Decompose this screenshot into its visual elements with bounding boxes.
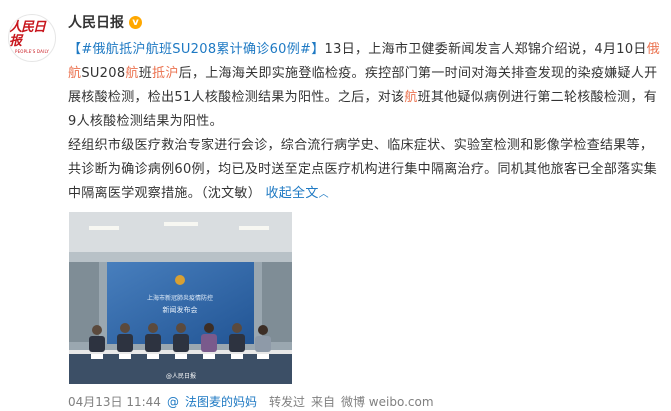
author-prefix: @ xyxy=(166,395,179,409)
avatar-logo-text: 人民日报 xyxy=(9,20,46,49)
collapse-label: 收起全文 xyxy=(265,186,319,201)
keyword-highlight: 航 xyxy=(404,90,418,105)
source-link[interactable]: 微博 weibo.com xyxy=(341,395,434,409)
screen-line-2: 新闻发布会 xyxy=(163,305,198,314)
repost-action: 转发过 xyxy=(268,395,305,409)
post-paragraph-2: 经组织市级医疗救治专家进行会诊，综合流行病学史、临床症状、实验室检测和影像学检查… xyxy=(68,134,662,207)
topic-bracket-open: 【 xyxy=(68,42,82,57)
author-name: 法图麦的妈妈 xyxy=(184,395,257,409)
press-conference-image: 上海市新冠肺炎疫情防控 新闻发布会 @人民日报 xyxy=(69,212,292,384)
chevron-up-icon: ︿ xyxy=(318,189,329,200)
weibo-post: 人民日报 PEOPLE'S DAILY 人民日报 v 【#俄航抵沪航班SU208… xyxy=(0,0,671,411)
topic-bracket-close: 】 xyxy=(311,42,325,57)
author-link[interactable]: @ 法图麦的妈妈 xyxy=(167,395,263,409)
screen-line-1: 上海市新冠肺炎疫情防控 xyxy=(147,294,213,302)
post-text: 13日，上海市卫健委新闻发言人郑锦介绍说，4月10日 xyxy=(324,42,647,57)
post-photo[interactable]: 上海市新冠肺炎疫情防控 新闻发布会 @人民日报 xyxy=(69,212,292,384)
keyword-highlight: 航 xyxy=(125,66,139,81)
post-header: 人民日报 v xyxy=(68,12,142,32)
topic-link[interactable]: #俄航抵沪航班SU208累计确诊60例# xyxy=(81,42,311,57)
photo-watermark: @人民日报 xyxy=(166,372,196,380)
avatar-logo-subtext: PEOPLE'S DAILY xyxy=(14,49,50,54)
avatar[interactable]: 人民日报 PEOPLE'S DAILY xyxy=(8,14,56,62)
verified-badge-icon: v xyxy=(129,15,142,29)
post-footer: 04月13日 11:44 @ 法图麦的妈妈 转发过 来自 微博 weibo.com xyxy=(68,393,440,410)
source-prefix: 来自 xyxy=(310,395,335,409)
post-paragraph-1: 【#俄航抵沪航班SU208累计确诊60例#】13日，上海市卫健委新闻发言人郑锦介… xyxy=(68,38,662,134)
post-date[interactable]: 04月13日 11:44 xyxy=(68,395,161,409)
collapse-link[interactable]: 收起全文︿ xyxy=(265,186,329,201)
post-content: 【#俄航抵沪航班SU208累计确诊60例#】13日，上海市卫健委新闻发言人郑锦介… xyxy=(68,38,662,207)
keyword-highlight: 抵沪 xyxy=(152,66,179,81)
post-text: SU208 xyxy=(81,66,126,81)
post-text: 经组织市级医疗救治专家进行会诊，综合流行病学史、临床症状、实验室检测和影像学检查… xyxy=(68,138,658,201)
post-text: 班 xyxy=(138,66,153,81)
username[interactable]: 人民日报 xyxy=(68,12,124,32)
